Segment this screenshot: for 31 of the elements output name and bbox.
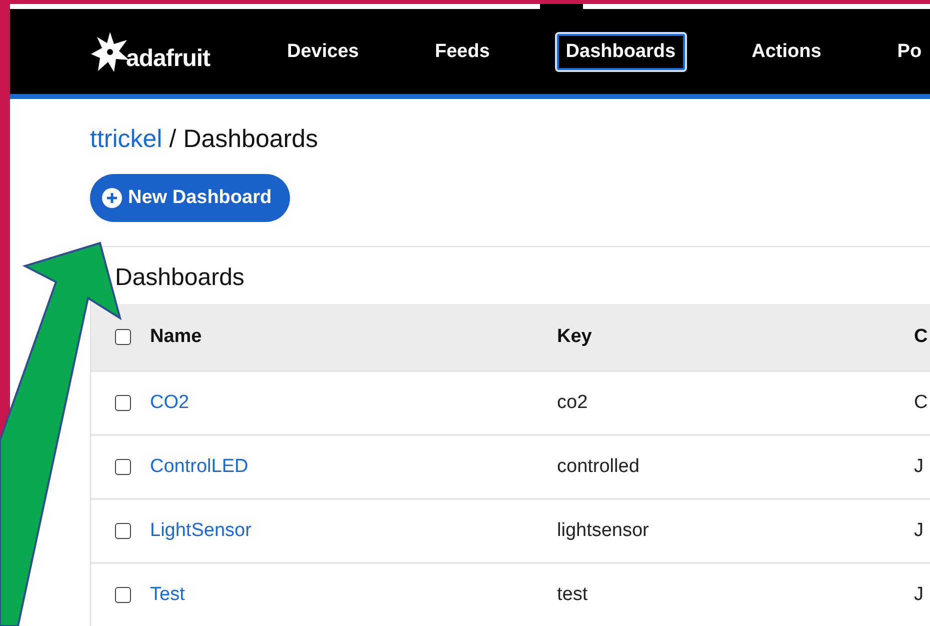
new-dashboard-button[interactable]: New Dashboard [90, 174, 290, 222]
column-header[interactable]: Key [557, 326, 592, 347]
row-checkbox[interactable] [115, 395, 131, 411]
nav-tab[interactable]: Actions [740, 32, 832, 72]
panel-title: Dashboards [114, 263, 246, 293]
dashboard-link[interactable]: CO2 [150, 392, 190, 413]
table-cell: J [914, 456, 924, 477]
nav-tab[interactable]: Po [886, 32, 930, 72]
nav-tab[interactable]: Feeds [424, 32, 501, 72]
plus-circle-icon [102, 188, 122, 208]
table-cell: C [914, 392, 928, 413]
table-cell: J [914, 520, 924, 541]
row-checkbox[interactable] [115, 523, 131, 539]
breadcrumb-separator: / [169, 125, 176, 154]
user-link[interactable]: ttrickel [90, 125, 162, 154]
dashboard-link[interactable]: LightSensor [150, 520, 252, 541]
dashboard-link[interactable]: Test [150, 584, 185, 605]
column-header[interactable]: Name [150, 326, 202, 347]
row-checkbox[interactable] [115, 587, 131, 603]
key-cell: test [557, 584, 588, 605]
nav-tab[interactable]: Devices [276, 32, 370, 72]
select-all-checkbox[interactable] [115, 329, 131, 345]
row-checkbox[interactable] [115, 459, 131, 475]
key-cell: lightsensor [557, 520, 649, 541]
table-cell: J [914, 584, 924, 605]
dashboard-link[interactable]: ControlLED [150, 456, 248, 477]
logo-text[interactable]: adafruit [126, 44, 210, 73]
page-title: Dashboards [183, 125, 318, 154]
nav-tab[interactable]: Dashboards [554, 32, 687, 72]
key-cell: controlled [557, 456, 640, 477]
key-cell: co2 [557, 392, 588, 413]
